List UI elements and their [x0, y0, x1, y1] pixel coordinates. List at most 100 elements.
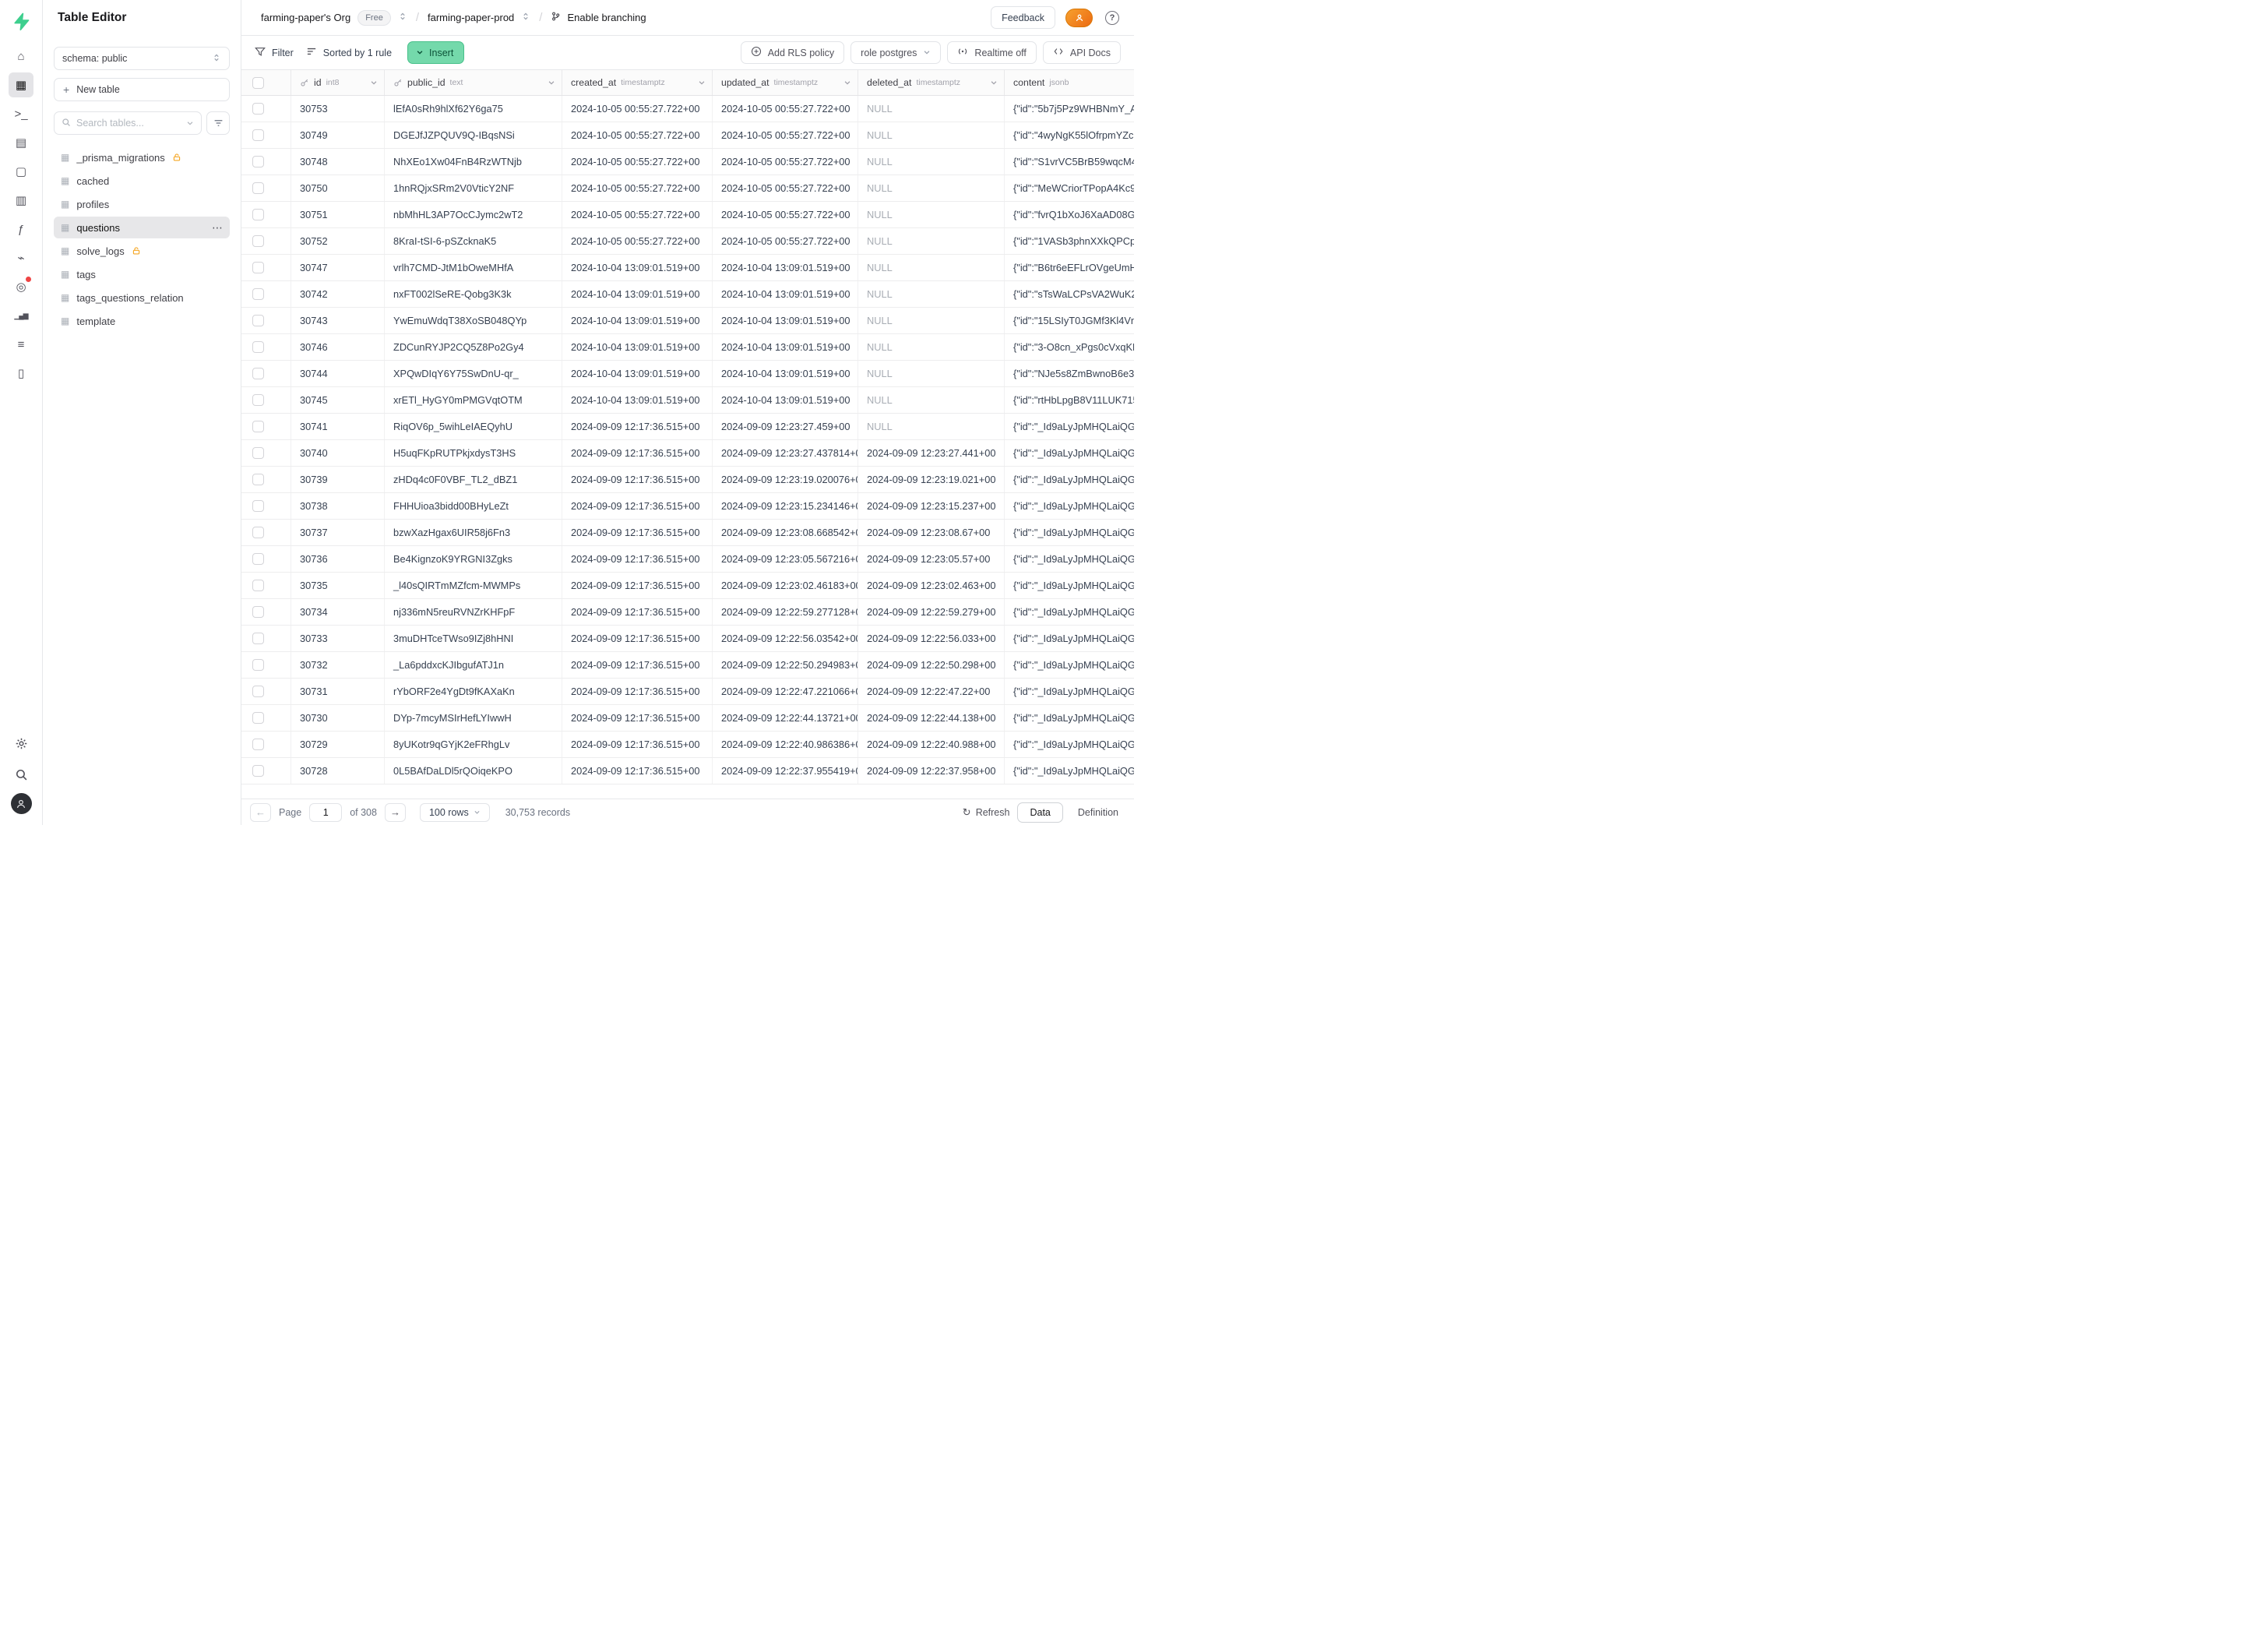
column-header-id[interactable]: idint8 — [291, 70, 385, 95]
cell-deleted_at[interactable]: NULL — [858, 334, 1005, 360]
profile-badge[interactable] — [1065, 9, 1093, 27]
cell-id[interactable]: 30741 — [291, 414, 385, 439]
prev-page-button[interactable]: ← — [250, 803, 271, 822]
row-checkbox[interactable] — [252, 739, 264, 750]
cell-updated_at[interactable]: 2024-10-05 00:55:27.722+00 — [713, 202, 858, 227]
cell-updated_at[interactable]: 2024-10-05 00:55:27.722+00 — [713, 175, 858, 201]
table-row[interactable]: 30737bzwXazHgax6UIR58j6Fn32024-09-09 12:… — [241, 520, 1134, 546]
sort-button[interactable]: Sorted by 1 rule — [306, 47, 392, 58]
cell-deleted_at[interactable]: NULL — [858, 96, 1005, 122]
cell-deleted_at[interactable]: NULL — [858, 414, 1005, 439]
table-row[interactable]: 30749DGEJfJZPQUV9Q-IBqsNSi2024-10-05 00:… — [241, 122, 1134, 149]
row-checkbox[interactable] — [252, 712, 264, 724]
table-menu-button[interactable]: ⋯ — [212, 222, 223, 233]
cell-updated_at[interactable]: 2024-10-04 13:09:01.519+00 — [713, 308, 858, 333]
cell-updated_at[interactable]: 2024-10-05 00:55:27.722+00 — [713, 228, 858, 254]
cell-public_id[interactable]: lEfA0sRh9hlXf62Y6ga75 — [385, 96, 562, 122]
refresh-button[interactable]: ↻ Refresh — [963, 806, 1010, 819]
row-checkbox[interactable] — [252, 606, 264, 618]
cell-id[interactable]: 30739 — [291, 467, 385, 492]
cell-created_at[interactable]: 2024-09-09 12:17:36.515+00 — [562, 493, 713, 519]
cell-content[interactable]: {"id":"_Id9aLyJpMHQLaiQG — [1005, 599, 1134, 625]
cell-updated_at[interactable]: 2024-10-05 00:55:27.722+00 — [713, 149, 858, 175]
cell-content[interactable]: {"id":"MeWCriorTPopA4Kc9 — [1005, 175, 1134, 201]
cell-id[interactable]: 30744 — [291, 361, 385, 386]
cell-deleted_at[interactable]: 2024-09-09 12:23:19.021+00 — [858, 467, 1005, 492]
table-row[interactable]: 30730DYp-7mcyMSIrHefLYIwwH2024-09-09 12:… — [241, 705, 1134, 732]
cell-content[interactable]: {"id":"S1vrVC5BrB59wqcM4 — [1005, 149, 1134, 175]
cell-updated_at[interactable]: 2024-09-09 12:23:27.437814+00 — [713, 440, 858, 466]
project-selector[interactable]: farming-paper-prod — [428, 12, 530, 23]
row-checkbox[interactable] — [252, 235, 264, 247]
cell-id[interactable]: 30742 — [291, 281, 385, 307]
table-row[interactable]: 307501hnRQjxSRm2V0VticY2NF2024-10-05 00:… — [241, 175, 1134, 202]
next-page-button[interactable]: → — [385, 803, 406, 822]
cell-updated_at[interactable]: 2024-09-09 12:22:47.221066+00 — [713, 679, 858, 704]
cell-id[interactable]: 30743 — [291, 308, 385, 333]
cell-created_at[interactable]: 2024-10-05 00:55:27.722+00 — [562, 175, 713, 201]
sidebar-table-tags[interactable]: ▦tags — [54, 263, 230, 285]
cell-updated_at[interactable]: 2024-09-09 12:22:56.03542+00 — [713, 626, 858, 651]
cell-public_id[interactable]: nj336mN5reuRVNZrKHFpF — [385, 599, 562, 625]
cell-public_id[interactable]: zHDq4c0F0VBF_TL2_dBZ1 — [385, 467, 562, 492]
cell-id[interactable]: 30747 — [291, 255, 385, 280]
cell-content[interactable]: {"id":"NJe5s8ZmBwnoB6e3 — [1005, 361, 1134, 386]
cell-created_at[interactable]: 2024-09-09 12:17:36.515+00 — [562, 440, 713, 466]
cell-public_id[interactable]: xrETl_HyGY0mPMGVqtOTM — [385, 387, 562, 413]
table-editor-icon[interactable]: ▦ — [9, 72, 33, 97]
cell-deleted_at[interactable]: 2024-09-09 12:23:05.57+00 — [858, 546, 1005, 572]
api-docs-icon[interactable]: ▯ — [9, 361, 33, 386]
cell-id[interactable]: 30746 — [291, 334, 385, 360]
row-checkbox[interactable] — [252, 368, 264, 379]
column-header-content[interactable]: contentjsonb — [1005, 70, 1134, 95]
rows-per-page-selector[interactable]: 100 rows — [420, 803, 490, 822]
row-checkbox[interactable] — [252, 553, 264, 565]
cell-created_at[interactable]: 2024-10-05 00:55:27.722+00 — [562, 149, 713, 175]
cell-content[interactable]: {"id":"_Id9aLyJpMHQLaiQG — [1005, 732, 1134, 757]
row-checkbox[interactable] — [252, 288, 264, 300]
cell-id[interactable]: 30740 — [291, 440, 385, 466]
tab-definition[interactable]: Definition — [1071, 802, 1125, 823]
logs-icon[interactable]: ≡ — [9, 332, 33, 357]
table-row[interactable]: 30753lEfA0sRh9hlXf62Y6ga752024-10-05 00:… — [241, 96, 1134, 122]
cell-deleted_at[interactable]: NULL — [858, 255, 1005, 280]
sidebar-table-template[interactable]: ▦template — [54, 310, 230, 332]
cell-public_id[interactable]: Be4KignzoK9YRGNI3Zgks — [385, 546, 562, 572]
cell-content[interactable]: {"id":"15LSIyT0JGMf3Kl4Vn — [1005, 308, 1134, 333]
cell-deleted_at[interactable]: 2024-09-09 12:22:40.988+00 — [858, 732, 1005, 757]
cell-content[interactable]: {"id":"_Id9aLyJpMHQLaiQG — [1005, 546, 1134, 572]
sidebar-table-questions[interactable]: ▦questions⋯ — [54, 217, 230, 238]
cell-content[interactable]: {"id":"_Id9aLyJpMHQLaiQG — [1005, 493, 1134, 519]
cell-content[interactable]: {"id":"_Id9aLyJpMHQLaiQG — [1005, 573, 1134, 598]
cell-id[interactable]: 30752 — [291, 228, 385, 254]
cell-content[interactable]: {"id":"B6tr6eEFLrOVgeUmH — [1005, 255, 1134, 280]
cell-created_at[interactable]: 2024-09-09 12:17:36.515+00 — [562, 520, 713, 545]
column-header-public_id[interactable]: public_idtext — [385, 70, 562, 95]
table-row[interactable]: 307298yUKotr9qGYjK2eFRhgLv2024-09-09 12:… — [241, 732, 1134, 758]
role-selector[interactable]: role postgres — [850, 41, 941, 64]
cell-updated_at[interactable]: 2024-09-09 12:23:05.567216+00 — [713, 546, 858, 572]
org-selector[interactable]: farming-paper's Org Free — [261, 10, 407, 26]
cell-public_id[interactable]: DYp-7mcyMSIrHefLYIwwH — [385, 705, 562, 731]
table-row[interactable]: 307333muDHTceTWso9IZj8hHNI2024-09-09 12:… — [241, 626, 1134, 652]
supabase-logo-icon[interactable] — [8, 8, 34, 34]
table-row[interactable]: 30746ZDCunRYJP2CQ5Z8Po2Gy42024-10-04 13:… — [241, 334, 1134, 361]
sidebar-table-cached[interactable]: ▦cached — [54, 170, 230, 192]
table-row[interactable]: 30743YwEmuWdqT38XoSB048QYp2024-10-04 13:… — [241, 308, 1134, 334]
column-header-updated_at[interactable]: updated_attimestamptz — [713, 70, 858, 95]
sql-editor-icon[interactable]: >_ — [9, 101, 33, 126]
cell-content[interactable]: {"id":"4wyNgK55lOfrpmYZc — [1005, 122, 1134, 148]
cell-created_at[interactable]: 2024-10-04 13:09:01.519+00 — [562, 387, 713, 413]
page-input[interactable] — [309, 803, 342, 822]
cell-created_at[interactable]: 2024-09-09 12:17:36.515+00 — [562, 573, 713, 598]
column-menu-chevron[interactable] — [843, 79, 851, 86]
insert-button[interactable]: Insert — [407, 41, 464, 64]
row-checkbox[interactable] — [252, 474, 264, 485]
cell-content[interactable]: {"id":"sTsWaLCPsVA2WuK2 — [1005, 281, 1134, 307]
cell-content[interactable]: {"id":"_Id9aLyJpMHQLaiQG — [1005, 679, 1134, 704]
cell-content[interactable]: {"id":"_Id9aLyJpMHQLaiQG — [1005, 652, 1134, 678]
cell-deleted_at[interactable]: 2024-09-09 12:22:50.298+00 — [858, 652, 1005, 678]
enable-branching-button[interactable]: Enable branching — [551, 11, 646, 24]
cell-deleted_at[interactable]: NULL — [858, 202, 1005, 227]
cell-public_id[interactable]: XPQwDIqY6Y75SwDnU-qr_ — [385, 361, 562, 386]
